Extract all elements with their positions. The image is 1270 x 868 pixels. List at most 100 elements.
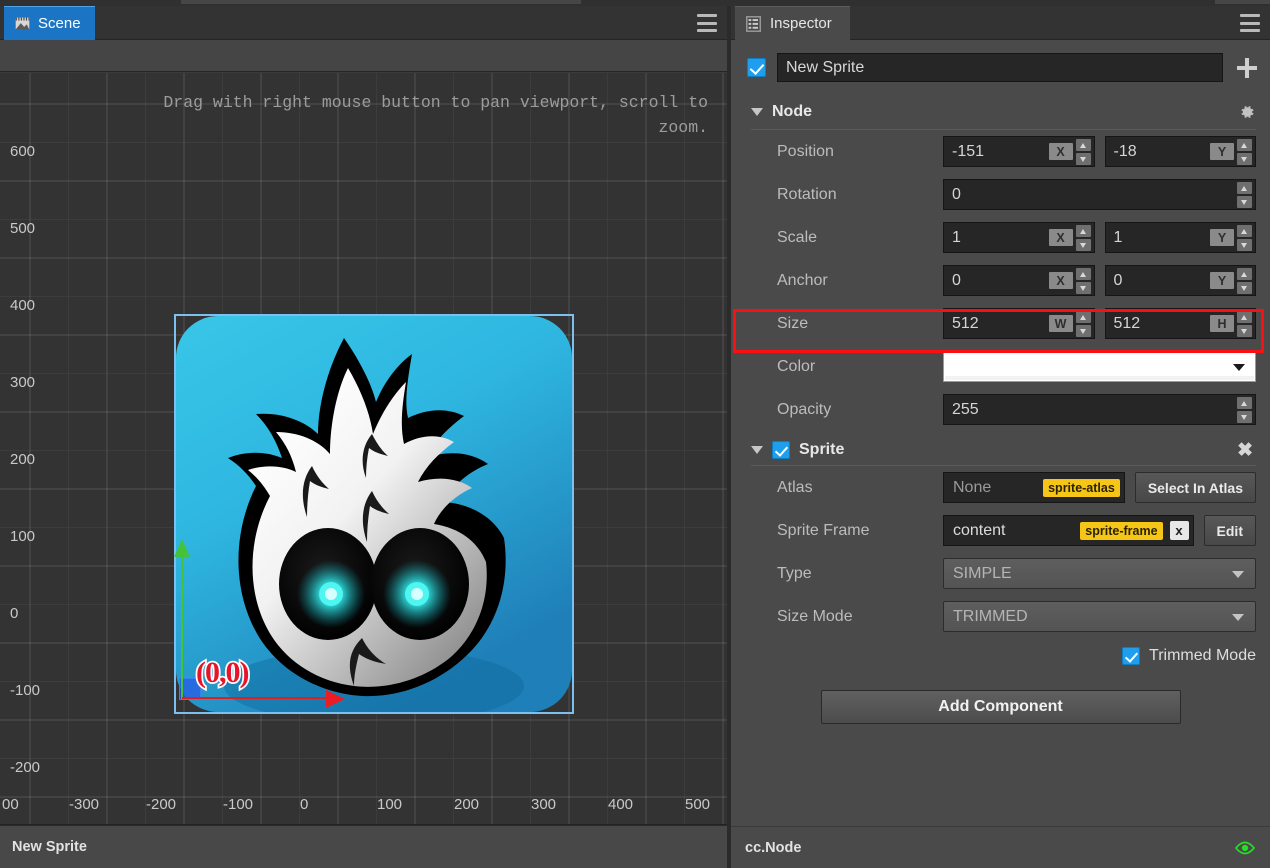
- node-enabled-checkbox[interactable]: [747, 58, 766, 77]
- anchor-y-stepper[interactable]: [1237, 265, 1254, 296]
- stepper-down-icon[interactable]: [1237, 153, 1252, 165]
- stepper-down-icon[interactable]: [1237, 282, 1252, 294]
- chevron-down-icon[interactable]: [751, 446, 763, 454]
- field-value: 1: [1106, 229, 1211, 247]
- sprite-node[interactable]: [176, 316, 572, 712]
- anchor-x-stepper[interactable]: [1076, 265, 1093, 296]
- gizmo-x-arrow-icon[interactable]: [326, 690, 345, 708]
- stepper-down-icon[interactable]: [1237, 239, 1252, 251]
- inspector-panel: Inspector New Sprite Node: [731, 6, 1270, 868]
- size-w-input[interactable]: 512 W: [943, 308, 1095, 339]
- type-select[interactable]: SIMPLE: [943, 558, 1256, 589]
- chevron-down-icon[interactable]: [1232, 571, 1244, 578]
- stepper-down-icon[interactable]: [1237, 325, 1252, 337]
- rotation-input[interactable]: 0: [943, 179, 1256, 210]
- property-row-sprite-frame: Sprite Frame content sprite-frame x Edit: [731, 509, 1270, 552]
- rotation-stepper[interactable]: [1237, 179, 1254, 210]
- scene-viewport[interactable]: 600 500 400 300 200 100 0 -100 -200: [0, 73, 727, 825]
- plus-icon[interactable]: [1234, 55, 1260, 81]
- field-value: 255: [944, 401, 1237, 419]
- y-axis-label: 300: [10, 374, 35, 391]
- opacity-input[interactable]: 255: [943, 394, 1256, 425]
- y-axis-label: 0: [10, 605, 18, 622]
- stepper-up-icon[interactable]: [1076, 139, 1091, 151]
- property-fields: None sprite-atlas Select In Atlas: [943, 472, 1256, 503]
- size-h-stepper[interactable]: [1237, 308, 1254, 339]
- stepper-up-icon[interactable]: [1237, 182, 1252, 194]
- stepper-up-icon[interactable]: [1237, 311, 1252, 323]
- property-fields: 255: [943, 394, 1256, 425]
- axis-badge: X: [1049, 229, 1073, 246]
- chevron-down-icon[interactable]: [1232, 614, 1244, 621]
- gizmo-y-arrow-icon[interactable]: [174, 539, 190, 557]
- x-axis-label: -100: [223, 796, 253, 813]
- position-y-stepper[interactable]: [1237, 136, 1254, 167]
- chevron-down-icon[interactable]: [1233, 364, 1245, 371]
- clear-sprite-frame-icon[interactable]: x: [1170, 521, 1189, 540]
- stepper-up-icon[interactable]: [1237, 225, 1252, 237]
- size-mode-select[interactable]: TRIMMED: [943, 601, 1256, 632]
- sprite-frame-type-badge: sprite-frame: [1080, 522, 1162, 540]
- stepper-down-icon[interactable]: [1076, 239, 1091, 251]
- field-value: 0: [1106, 272, 1211, 290]
- color-swatch-picker[interactable]: [943, 351, 1256, 382]
- x-axis-label: 0: [300, 796, 308, 813]
- stepper-down-icon[interactable]: [1076, 282, 1091, 294]
- field-value: 512: [1106, 315, 1211, 333]
- tab-scene[interactable]: Scene: [4, 6, 95, 40]
- scale-x-stepper[interactable]: [1076, 222, 1093, 253]
- add-component-button[interactable]: Add Component: [821, 690, 1181, 724]
- position-x-input[interactable]: -151 X: [943, 136, 1095, 167]
- stepper-down-icon[interactable]: [1076, 325, 1091, 337]
- x-axis-label: 00: [2, 796, 19, 813]
- stepper-down-icon[interactable]: [1237, 196, 1252, 208]
- opacity-stepper[interactable]: [1237, 394, 1254, 425]
- gizmo-y-axis[interactable]: [181, 541, 183, 699]
- stepper-up-icon[interactable]: [1076, 225, 1091, 237]
- stepper-down-icon[interactable]: [1237, 411, 1252, 423]
- x-axis-label: -300: [69, 796, 99, 813]
- inspector-panel-menu-button[interactable]: [1240, 14, 1260, 32]
- trimmed-mode-checkbox[interactable]: [1122, 647, 1140, 665]
- gizmo-x-axis[interactable]: [182, 697, 335, 699]
- stepper-up-icon[interactable]: [1076, 268, 1091, 280]
- axis-badge: Y: [1210, 229, 1234, 246]
- stepper-up-icon[interactable]: [1076, 311, 1091, 323]
- select-in-atlas-button[interactable]: Select In Atlas: [1135, 472, 1256, 503]
- tab-inspector[interactable]: Inspector: [735, 6, 850, 40]
- scene-panel-menu-button[interactable]: [697, 14, 717, 32]
- viewport-hint: Drag with right mouse button to pan view…: [18, 90, 708, 140]
- node-section-header[interactable]: Node: [731, 95, 1270, 129]
- gear-icon[interactable]: [1238, 103, 1256, 121]
- stepper-up-icon[interactable]: [1237, 397, 1252, 409]
- property-fields: [943, 351, 1256, 382]
- chevron-down-icon[interactable]: [751, 108, 763, 116]
- field-value: -151: [944, 143, 1049, 161]
- sprite-frame-asset-field[interactable]: content sprite-frame x: [943, 515, 1194, 546]
- node-name-input[interactable]: New Sprite: [777, 53, 1223, 82]
- anchor-y-input[interactable]: 0 Y: [1105, 265, 1257, 296]
- size-h-input[interactable]: 512 H: [1105, 308, 1257, 339]
- size-w-stepper[interactable]: [1076, 308, 1093, 339]
- position-y-input[interactable]: -18 Y: [1105, 136, 1257, 167]
- eye-icon[interactable]: [1234, 841, 1256, 855]
- scale-x-input[interactable]: 1 X: [943, 222, 1095, 253]
- property-fields: SIMPLE: [943, 558, 1256, 589]
- property-fields: -151 X -18 Y: [943, 136, 1256, 167]
- stepper-up-icon[interactable]: [1237, 268, 1252, 280]
- top-edge-bar-right: [1215, 0, 1270, 4]
- x-axis-label: -200: [146, 796, 176, 813]
- viewport-hint-line1: Drag with right mouse button to pan view…: [163, 93, 708, 112]
- atlas-asset-field[interactable]: None sprite-atlas: [943, 472, 1125, 503]
- scale-y-input[interactable]: 1 Y: [1105, 222, 1257, 253]
- sprite-enabled-checkbox[interactable]: [772, 441, 790, 459]
- stepper-up-icon[interactable]: [1237, 139, 1252, 151]
- sprite-section-header[interactable]: Sprite ✖: [731, 431, 1270, 465]
- scale-y-stepper[interactable]: [1237, 222, 1254, 253]
- x-axis-label: 200: [454, 796, 479, 813]
- anchor-x-input[interactable]: 0 X: [943, 265, 1095, 296]
- position-x-stepper[interactable]: [1076, 136, 1093, 167]
- stepper-down-icon[interactable]: [1076, 153, 1091, 165]
- edit-sprite-frame-button[interactable]: Edit: [1204, 515, 1256, 546]
- close-x-icon[interactable]: ✖: [1237, 441, 1256, 460]
